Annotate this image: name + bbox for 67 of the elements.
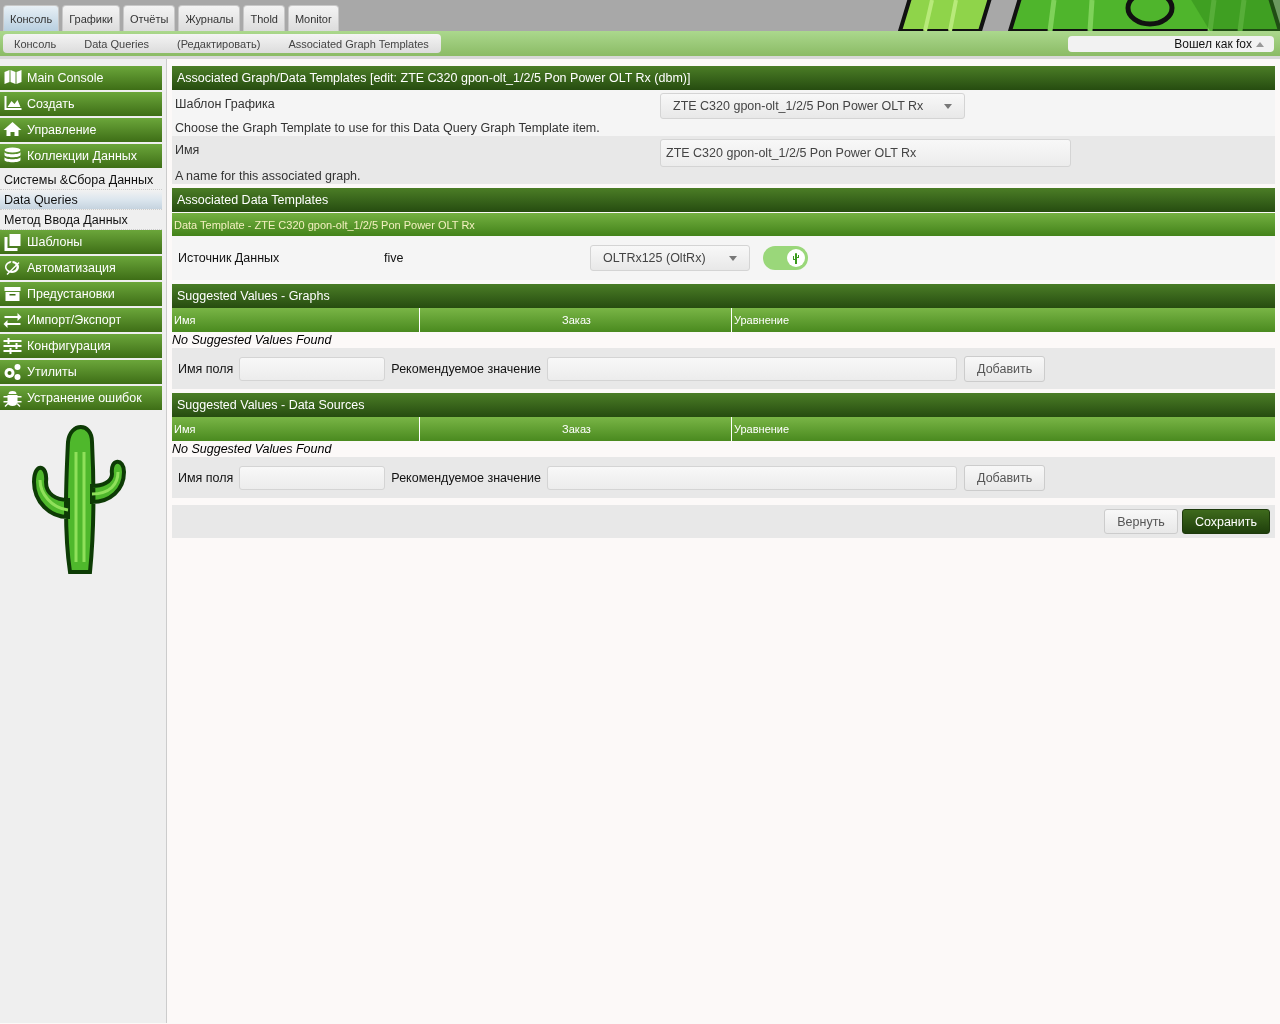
caret-icon [1256,40,1264,47]
archive-icon [3,285,22,303]
nav-tab[interactable]: Графики [62,5,120,31]
sidebar-section-header[interactable]: Импорт/Экспорт [0,308,162,332]
field-name-input[interactable] [239,356,386,381]
nav-tab[interactable]: Thold [243,5,285,31]
breadcrumb-link[interactable]: Data Queries [68,34,162,53]
nav-tab[interactable]: Отчёты [123,5,176,31]
sidebar-section-header[interactable]: Main Console [0,66,162,90]
field-label: Рекомендуемое значение [391,361,542,376]
sidebar-section-header[interactable]: Предустановки [0,282,162,306]
house-icon [3,121,22,139]
field-label: Имя поля [178,470,234,485]
sidebar-section-header[interactable]: Управление [0,118,162,142]
empty-message: No Suggested Values Found [172,441,332,457]
suggested-value-input[interactable] [547,465,958,490]
gears-icon [3,363,22,381]
data-source-select[interactable]: OLTRx125 (OltRx) [590,245,750,271]
sidebar-section-header[interactable]: Коллекции Данных [0,144,162,168]
bug-icon [3,389,22,407]
sidebar-section-header[interactable]: Автоматизация [0,256,162,280]
section-header: Suggested Values - Graphs [172,284,1275,308]
suggested-value-input[interactable] [547,356,958,381]
field-label: Имя [175,142,201,159]
field-description: A name for this associated graph. [175,168,362,184]
section-header: Suggested Values - Data Sources [172,393,1275,417]
caret-icon [729,255,737,261]
breadcrumb-link[interactable]: Associated Graph Templates [272,34,441,53]
save-button[interactable]: Сохранить [1181,509,1270,534]
subsection-header: Data Template - ZTE C320 gpon-olt_1/2/5 Pon Power OLT Rx [172,213,1275,236]
sidebar-item[interactable]: Data Queries [0,190,162,210]
empty-message: No Suggested Values Found [172,332,332,348]
cactus-icon [792,252,800,264]
breadcrumb-link[interactable]: Консоль [3,34,69,53]
sidebar-section-header[interactable]: Устранение ошибок [0,386,162,410]
map-icon [3,69,22,87]
revert-button[interactable]: Вернуть [1104,509,1178,534]
database-icon [3,147,22,165]
field-label: Имя поля [178,361,234,376]
user-menu[interactable]: Вошел как fox [1068,35,1274,52]
add-button[interactable]: Добавить [964,355,1046,382]
nav-tab[interactable]: Monitor [287,5,339,31]
section-header: Associated Data Templates [172,188,1275,212]
swap-arrows-icon [3,311,22,329]
loop-icon [3,259,22,277]
sidebar-section-header[interactable]: Конфигурация [0,334,162,358]
nav-tab[interactable]: Журналы [178,5,241,31]
field-label: Шаблон Графика [175,96,276,113]
field-value: five [384,251,405,265]
field-name-input[interactable] [239,465,386,490]
nav-tab[interactable]: Консоль [3,5,60,31]
sidebar-section-header[interactable]: Утилиты [0,360,162,384]
sidebar-section-header[interactable]: Создать [0,92,162,116]
toggle-switch[interactable] [763,246,808,270]
field-label: Рекомендуемое значение [391,470,542,485]
sidebar-section-header[interactable]: Шаблоны [0,230,162,254]
add-button[interactable]: Добавить [964,464,1046,491]
copy-icon [3,233,22,251]
graph-template-select[interactable]: ZTE C320 gpon-olt_1/2/5 Pon Power OLT Rx [660,93,965,119]
caret-icon [944,103,952,109]
field-label: Источник Данных [178,251,281,265]
section-header: Associated Graph/Data Templates [edit: ZTE C320 gpon-olt_1/2/5 Pon Power OLT Rx (dbm)] [172,66,1275,90]
field-description: Choose the Graph Template to use for this Data Query Graph Template item. [175,120,601,136]
sliders-icon [3,337,22,355]
breadcrumb-link[interactable]: (Редактировать) [161,34,273,53]
name-input[interactable]: ZTE C320 gpon-olt_1/2/5 Pon Power OLT Rx [660,139,1071,167]
area-chart-icon [3,95,22,113]
